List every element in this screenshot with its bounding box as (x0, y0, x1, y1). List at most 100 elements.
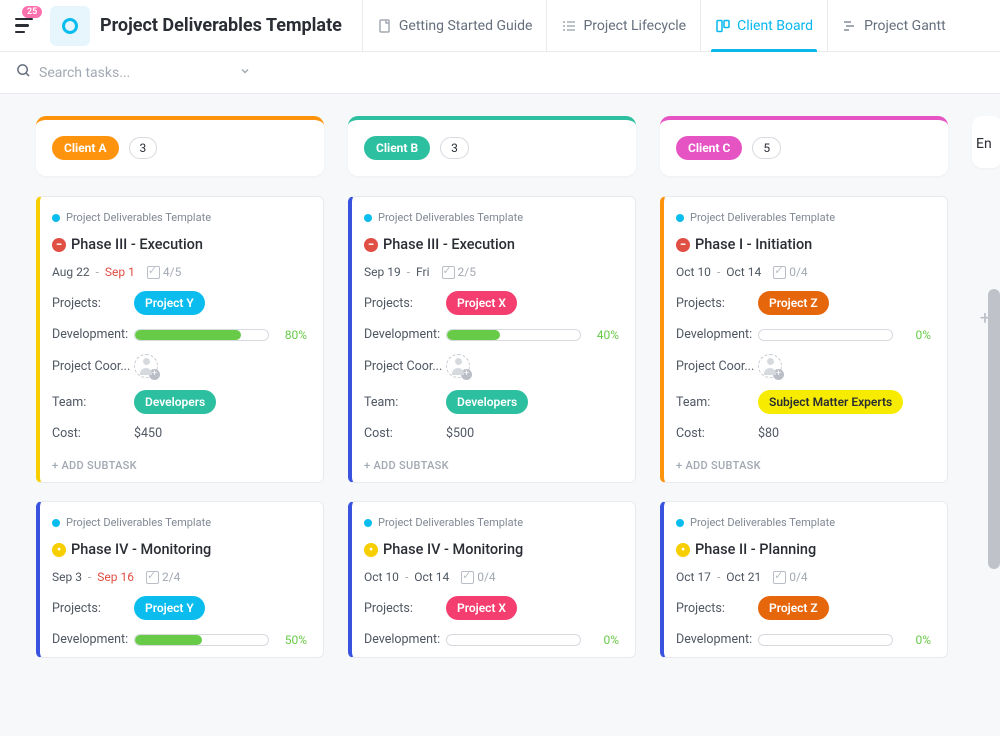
subtask-count[interactable]: 2/4 (146, 570, 180, 584)
subtask-count[interactable]: 0/4 (773, 570, 807, 584)
date-end[interactable]: Sep 1 (105, 265, 135, 279)
subtask-count[interactable]: 0/4 (773, 265, 807, 279)
card-source: Project Deliverables Template (52, 211, 307, 224)
partial-text: En (976, 136, 992, 152)
date-end[interactable]: Oct 21 (726, 570, 761, 584)
assignee-placeholder[interactable]: + (446, 354, 470, 378)
team-row: Team:Subject Matter Experts (676, 390, 931, 414)
card-title: Phase III - Execution (383, 236, 515, 253)
tab-getting-started[interactable]: Getting Started Guide (362, 0, 547, 52)
column-header[interactable]: En (972, 116, 1000, 168)
task-card[interactable]: Project Deliverables Template−Phase III … (348, 196, 636, 483)
task-card[interactable]: Project Deliverables Template•Phase II -… (660, 501, 948, 658)
progress-percent: 40% (589, 328, 619, 342)
column-header[interactable]: Client A3 (36, 116, 324, 176)
progress-bar[interactable] (758, 634, 893, 646)
tab-label: Project Gantt (864, 18, 946, 34)
board-icon (715, 18, 731, 34)
priority-icon[interactable]: − (364, 238, 378, 252)
cost-value: $500 (446, 426, 474, 441)
date-end[interactable]: Sep 16 (97, 570, 134, 584)
progress-bar[interactable] (134, 634, 269, 646)
task-card[interactable]: Project Deliverables Template•Phase IV -… (348, 501, 636, 658)
priority-icon[interactable]: − (676, 238, 690, 252)
tab-client-board[interactable]: Client Board (700, 0, 827, 52)
date-start[interactable]: Oct 17 (676, 570, 711, 584)
menu-button[interactable]: 25 (8, 10, 40, 42)
column-header[interactable]: Client C5 (660, 116, 948, 176)
card-title-row: −Phase III - Execution (52, 236, 307, 253)
progress-percent: 0% (901, 633, 931, 647)
notification-badge: 25 (22, 6, 42, 18)
subtask-count[interactable]: 2/5 (442, 265, 476, 279)
dev-label: Development: (52, 632, 134, 647)
coordinator-row: Project Coor...+ (676, 354, 931, 378)
coord-label: Project Coor... (52, 359, 134, 374)
team-tag[interactable]: Developers (134, 390, 216, 414)
progress-bar[interactable] (758, 329, 893, 341)
add-subtask-button[interactable]: + ADD SUBTASK (364, 453, 619, 472)
task-card[interactable]: Project Deliverables Template −Phase I - … (660, 196, 948, 483)
date-start[interactable]: Oct 10 (676, 265, 711, 279)
card-title: Phase I - Initiation (695, 236, 812, 253)
project-tag[interactable]: Project Z (758, 291, 829, 315)
app-logo[interactable] (50, 6, 90, 46)
project-label: Projects: (52, 296, 134, 311)
list-icon (561, 18, 577, 34)
project-tag[interactable]: Project X (446, 291, 517, 315)
source-dot-icon (676, 214, 684, 222)
date-end[interactable]: Fri (416, 265, 429, 279)
source-dot-icon (364, 519, 372, 527)
tab-project-lifecycle[interactable]: Project Lifecycle (546, 0, 700, 52)
priority-icon[interactable]: − (52, 238, 66, 252)
priority-icon[interactable]: • (676, 543, 690, 557)
project-row: Projects:Project X (364, 596, 619, 620)
team-tag[interactable]: Subject Matter Experts (758, 390, 903, 414)
add-column-button[interactable]: + (976, 310, 994, 328)
dev-label: Development: (676, 632, 758, 647)
subtask-count[interactable]: 4/5 (147, 265, 181, 279)
team-label: Team: (676, 395, 758, 410)
column-header[interactable]: Client B3 (348, 116, 636, 176)
project-tag[interactable]: Project X (446, 596, 517, 620)
header: 25 Project Deliverables Template Getting… (0, 0, 1000, 52)
tab-project-gantt[interactable]: Project Gantt (827, 0, 960, 52)
progress-fill (135, 635, 202, 645)
card-source: Project Deliverables Template (676, 211, 931, 224)
scrollbar-thumb[interactable] (988, 289, 1000, 569)
dev-label: Development: (364, 632, 446, 647)
add-subtask-button[interactable]: + ADD SUBTASK (52, 453, 307, 472)
progress-fill (447, 330, 500, 340)
priority-icon[interactable]: • (364, 543, 378, 557)
card-title: Phase III - Execution (71, 236, 203, 253)
priority-icon[interactable]: • (52, 543, 66, 557)
project-tag[interactable]: Project Z (758, 596, 829, 620)
assignee-placeholder[interactable]: + (758, 354, 782, 378)
date-end[interactable]: Oct 14 (726, 265, 761, 279)
team-tag[interactable]: Developers (446, 390, 528, 414)
project-tag[interactable]: Project Y (134, 596, 205, 620)
subtask-count[interactable]: 0/4 (461, 570, 495, 584)
progress-bar[interactable] (446, 634, 581, 646)
date-start[interactable]: Aug 22 (52, 265, 90, 279)
task-card[interactable]: Project Deliverables Template −Phase III … (36, 196, 324, 483)
tab-label: Getting Started Guide (399, 18, 533, 34)
search-dropdown[interactable] (239, 65, 251, 81)
project-tag[interactable]: Project Y (134, 291, 205, 315)
date-start[interactable]: Sep 3 (52, 570, 82, 584)
date-end[interactable]: Oct 14 (414, 570, 449, 584)
date-start[interactable]: Oct 10 (364, 570, 399, 584)
search-input[interactable] (39, 65, 219, 81)
progress-bar[interactable] (134, 329, 269, 341)
card-source: Project Deliverables Template (364, 516, 619, 529)
coord-label: Project Coor... (364, 359, 446, 374)
add-subtask-button[interactable]: + ADD SUBTASK (676, 453, 931, 472)
date-row: Oct 10-Oct 140/4 (364, 570, 619, 584)
date-sep: - (96, 265, 99, 279)
date-start[interactable]: Sep 19 (364, 265, 401, 279)
dev-label: Development: (52, 327, 134, 342)
task-card[interactable]: Project Deliverables Template•Phase IV -… (36, 501, 324, 658)
checkbox-icon (773, 571, 786, 584)
assignee-placeholder[interactable]: + (134, 354, 158, 378)
progress-bar[interactable] (446, 329, 581, 341)
